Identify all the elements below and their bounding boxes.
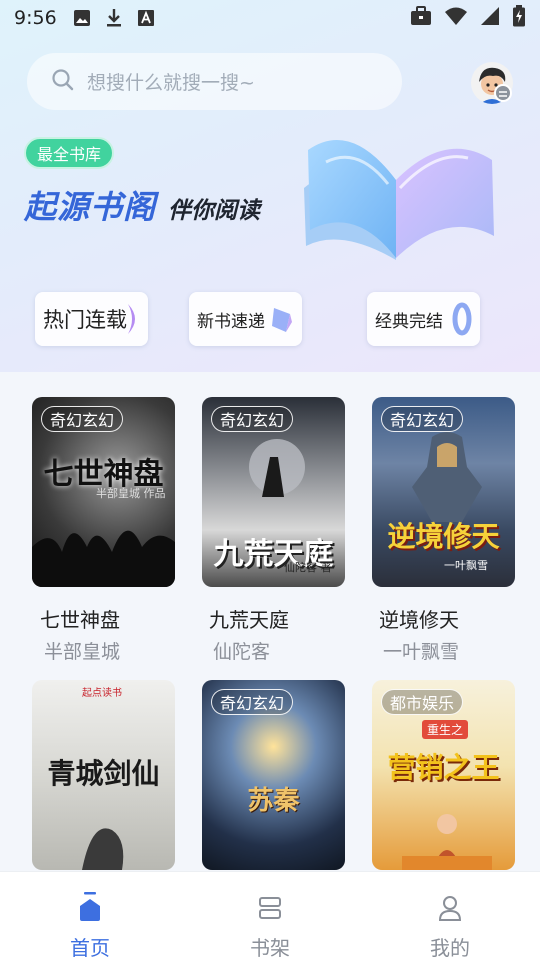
briefcase-icon — [410, 5, 432, 31]
brand-title: 起源书阁 — [24, 188, 157, 226]
battery-icon — [512, 4, 526, 32]
image-icon — [73, 9, 91, 27]
category-label: 经典完结 — [375, 311, 443, 332]
category-completed-button[interactable]: 经典完结 — [367, 292, 480, 346]
category-hot-serial-button[interactable]: 热门连载 — [35, 292, 148, 346]
tab-mine[interactable]: 我的 — [360, 872, 540, 960]
cover-author: 半部皇城 作品 — [96, 487, 166, 500]
book-title[interactable]: 逆境修天 — [379, 604, 459, 633]
search-placeholder: 想搜什么就搜一搜~ — [87, 72, 255, 94]
status-time: 9:56 — [14, 7, 57, 29]
home-icon — [77, 892, 103, 926]
book-author: 仙陀客 — [213, 641, 271, 663]
bookshelf-icon — [257, 892, 283, 926]
genre-tag: 奇幻玄幻 — [41, 406, 124, 432]
cover-title: 青城剑仙 — [47, 757, 160, 790]
category-label: 热门连载 — [43, 308, 127, 332]
swap-account-icon[interactable] — [494, 84, 512, 102]
wifi-icon — [444, 6, 468, 31]
tab-label: 书架 — [250, 936, 290, 960]
tab-label: 我的 — [430, 936, 470, 960]
user-icon — [437, 892, 463, 926]
tab-home[interactable]: 首页 — [0, 872, 180, 960]
cover-title: 苏秦 — [247, 786, 300, 816]
category-new-books-button[interactable]: 新书速递 — [189, 292, 302, 346]
tab-bookshelf[interactable]: 书架 — [180, 872, 360, 960]
search-bar[interactable]: 想搜什么就搜一搜~ — [27, 53, 402, 110]
cover-author: 仙陀客 著 — [284, 561, 332, 574]
book-author: 一叶飘雪 — [383, 641, 460, 663]
book-author: 半部皇城 — [44, 641, 121, 663]
brand-heading: 起源书阁 伴你阅读 — [24, 182, 260, 228]
tab-label: 首页 — [70, 936, 110, 960]
cover-author: 起点读书 — [82, 688, 122, 699]
book-cover[interactable]: 起点读书 青城剑仙 — [32, 680, 175, 870]
search-icon — [51, 68, 75, 96]
status-bar: 9:56 — [0, 0, 540, 36]
ring-icon — [452, 302, 472, 341]
book-title[interactable]: 九荒天庭 — [209, 604, 289, 633]
book-cover[interactable]: 奇幻玄幻 七世神盘 半部皇城 作品 — [32, 397, 175, 587]
open-book-illustration — [296, 110, 506, 270]
brand-subtitle: 伴你阅读 — [168, 198, 261, 224]
genre-tag: 奇幻玄幻 — [211, 406, 294, 432]
book-cover[interactable]: 奇幻玄幻 苏秦 — [202, 680, 345, 870]
download-icon — [105, 8, 123, 28]
signal-icon — [480, 6, 500, 31]
cover-author: 重生之 — [422, 720, 469, 739]
genre-tag: 都市娱乐 — [381, 689, 464, 715]
cover-title: 逆境修天 — [387, 520, 500, 553]
book-cover[interactable]: 奇幻玄幻 逆境修天 一叶飘雪 — [372, 397, 515, 587]
font-icon — [137, 9, 155, 27]
cover-title: 营销之王 — [387, 751, 500, 784]
book-title[interactable]: 七世神盘 — [40, 604, 120, 633]
bottom-tab-bar: 首页 书架 我的 — [0, 871, 540, 960]
genre-tag: 奇幻玄幻 — [211, 689, 294, 715]
crystal-icon — [270, 302, 294, 341]
book-cover[interactable]: 奇幻玄幻 九荒天庭 仙陀客 著 — [202, 397, 345, 587]
library-badge: 最全书库 — [24, 137, 115, 169]
category-label: 新书速递 — [197, 311, 265, 332]
crescent-icon — [126, 302, 140, 341]
book-cover[interactable]: 都市娱乐 重生之 营销之王 — [372, 680, 515, 870]
cover-author: 一叶飘雪 — [444, 559, 488, 572]
